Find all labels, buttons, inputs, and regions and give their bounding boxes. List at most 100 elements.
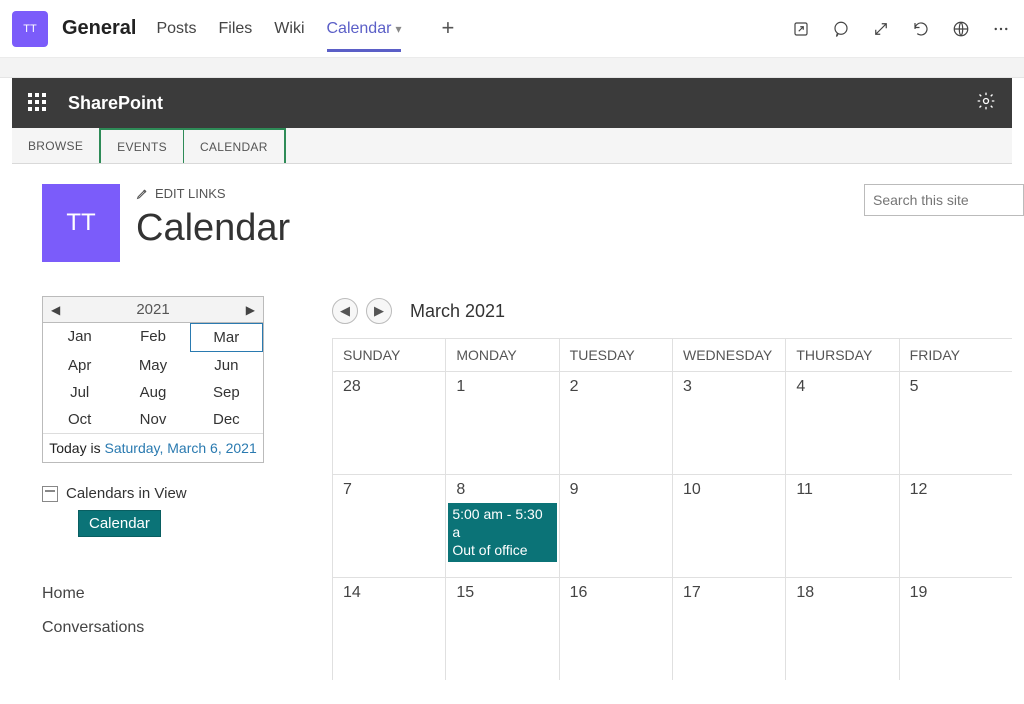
day-of-week-row: SUNDAYMONDAYTUESDAYWEDNESDAYTHURSDAYFRID… <box>332 339 1012 371</box>
next-month-button[interactable]: ▶ <box>366 298 392 324</box>
calendar-day-cell[interactable]: 5 <box>899 372 1012 474</box>
calendar-day-cell[interactable]: 10 <box>672 475 785 577</box>
mini-cal-month[interactable]: Oct <box>43 406 116 433</box>
tab-wiki[interactable]: Wiki <box>274 20 304 52</box>
search-input[interactable] <box>864 184 1024 216</box>
day-of-week-header: FRIDAY <box>899 339 1012 371</box>
quick-links: Home Conversations <box>42 577 302 645</box>
site-avatar[interactable]: TT <box>42 184 120 262</box>
calendar-day-cell[interactable]: 2 <box>559 372 672 474</box>
team-avatar[interactable]: TT <box>12 11 48 47</box>
mini-cal-header: ◀ 2021 ▶ <box>43 297 263 323</box>
popout-icon[interactable] <box>790 18 812 40</box>
globe-icon[interactable] <box>950 18 972 40</box>
mini-cal-grid: JanFebMar AprMayJun JulAugSep OctNovDec <box>43 323 263 433</box>
mini-cal-year[interactable]: 2021 <box>136 301 169 318</box>
mini-cal-month[interactable]: Aug <box>116 379 189 406</box>
expand-icon[interactable] <box>870 18 892 40</box>
calendar-day-cell[interactable]: 18 <box>785 578 898 680</box>
teams-actions <box>790 18 1012 40</box>
ribbon-tab-calendar[interactable]: CALENDAR <box>183 128 286 163</box>
prev-month-button[interactable]: ◀ <box>332 298 358 324</box>
teams-top-bar: TT General Posts Files Wiki Calendar▾ + <box>0 0 1024 58</box>
calendar-day-cell[interactable]: 28 <box>332 372 445 474</box>
mini-cal-month[interactable]: Apr <box>43 352 116 379</box>
chat-icon[interactable] <box>830 18 852 40</box>
day-of-week-header: MONDAY <box>445 339 558 371</box>
gap-strip <box>0 58 1024 78</box>
calendar-event[interactable]: 5:00 am - 5:30 aOut of office <box>448 503 556 562</box>
sharepoint-title: SharePoint <box>68 93 163 114</box>
tab-files[interactable]: Files <box>219 20 253 52</box>
calendar-week-row: 2812345 <box>332 371 1012 474</box>
chevron-down-icon: ▾ <box>395 22 401 36</box>
calendar-day-cell[interactable]: 14 <box>332 578 445 680</box>
calendar-day-cell[interactable]: 9 <box>559 475 672 577</box>
quick-link-conversations[interactable]: Conversations <box>42 611 302 645</box>
refresh-icon[interactable] <box>910 18 932 40</box>
mini-cal-month[interactable]: Sep <box>190 379 263 406</box>
app-launcher-icon[interactable] <box>28 93 48 113</box>
mini-cal-month[interactable]: Jun <box>190 352 263 379</box>
calendar-day-cell[interactable]: 1 <box>445 372 558 474</box>
calendar-day-cell[interactable]: 19 <box>899 578 1012 680</box>
calendars-in-view-label: Calendars in View <box>66 485 187 502</box>
gear-icon[interactable] <box>976 91 996 116</box>
add-tab-button[interactable]: + <box>441 15 454 41</box>
calendar-day-cell[interactable]: 3 <box>672 372 785 474</box>
calendar-grid: SUNDAYMONDAYTUESDAYWEDNESDAYTHURSDAYFRID… <box>332 338 1012 680</box>
mini-calendar: ◀ 2021 ▶ JanFebMar AprMayJun JulAugSep OctN… <box>42 296 264 463</box>
calendar-day-cell[interactable]: 85:00 am - 5:30 aOut of office <box>445 475 558 577</box>
mini-cal-month[interactable]: Mar <box>190 323 263 352</box>
today-link[interactable]: Saturday, March 6, 2021 <box>104 440 256 456</box>
tab-calendar[interactable]: Calendar▾ <box>327 20 402 52</box>
page-title: Calendar <box>136 207 290 250</box>
day-of-week-header: THURSDAY <box>785 339 898 371</box>
calendar-overlay-badge[interactable]: Calendar <box>78 510 161 537</box>
pencil-icon <box>136 187 149 200</box>
day-of-week-header: WEDNESDAY <box>672 339 785 371</box>
month-label: March 2021 <box>410 301 505 322</box>
mini-cal-month[interactable]: Feb <box>116 323 189 352</box>
calendar-day-cell[interactable]: 16 <box>559 578 672 680</box>
left-column: TT EDIT LINKS Calendar ◀ 2021 ▶ JanFebMa… <box>42 184 302 680</box>
calendar-day-cell[interactable]: 12 <box>899 475 1012 577</box>
more-icon[interactable] <box>990 18 1012 40</box>
calendar-day-cell[interactable]: 11 <box>785 475 898 577</box>
month-nav: ◀ ▶ March 2021 <box>332 298 1012 338</box>
calendar-day-cell[interactable]: 4 <box>785 372 898 474</box>
edit-links-label: EDIT LINKS <box>155 186 226 201</box>
page-title-block: EDIT LINKS Calendar <box>136 184 290 262</box>
today-line: Today is Saturday, March 6, 2021 <box>43 433 263 462</box>
right-column: ◀ ▶ March 2021 SUNDAYMONDAYTUESDAYWEDNES… <box>332 184 1012 680</box>
mini-cal-prev-icon[interactable]: ◀ <box>51 303 60 317</box>
mini-cal-month[interactable]: Nov <box>116 406 189 433</box>
mini-cal-month[interactable]: Dec <box>190 406 263 433</box>
day-of-week-header: TUESDAY <box>559 339 672 371</box>
calendars-in-view: Calendars in View <box>42 485 302 502</box>
calendar-day-cell[interactable]: 17 <box>672 578 785 680</box>
ribbon-tab-browse[interactable]: BROWSE <box>12 128 99 163</box>
sharepoint-bar: SharePoint <box>12 78 1012 128</box>
day-of-week-header: SUNDAY <box>332 339 445 371</box>
mini-cal-next-icon[interactable]: ▶ <box>246 303 255 317</box>
calendar-day-cell[interactable]: 7 <box>332 475 445 577</box>
mini-cal-month[interactable]: Jul <box>43 379 116 406</box>
today-prefix: Today is <box>49 440 104 456</box>
tab-posts[interactable]: Posts <box>156 20 196 52</box>
calendar-icon <box>42 486 58 502</box>
mini-cal-month[interactable]: Jan <box>43 323 116 352</box>
calendar-week-row: 141516171819 <box>332 577 1012 680</box>
channel-tabs: Posts Files Wiki Calendar▾ + <box>156 13 454 45</box>
tab-calendar-label: Calendar <box>327 20 392 37</box>
page-header: TT EDIT LINKS Calendar <box>42 184 302 262</box>
calendar-day-cell[interactable]: 15 <box>445 578 558 680</box>
channel-name[interactable]: General <box>62 17 136 40</box>
content-area: TT EDIT LINKS Calendar ◀ 2021 ▶ JanFebMa… <box>12 164 1012 680</box>
ribbon: BROWSE EVENTS CALENDAR <box>12 128 1012 164</box>
ribbon-tab-events[interactable]: EVENTS <box>99 128 183 163</box>
calendar-week-row: 785:00 am - 5:30 aOut of office9101112 <box>332 474 1012 577</box>
edit-links-button[interactable]: EDIT LINKS <box>136 186 290 201</box>
mini-cal-month[interactable]: May <box>116 352 189 379</box>
quick-link-home[interactable]: Home <box>42 577 302 611</box>
